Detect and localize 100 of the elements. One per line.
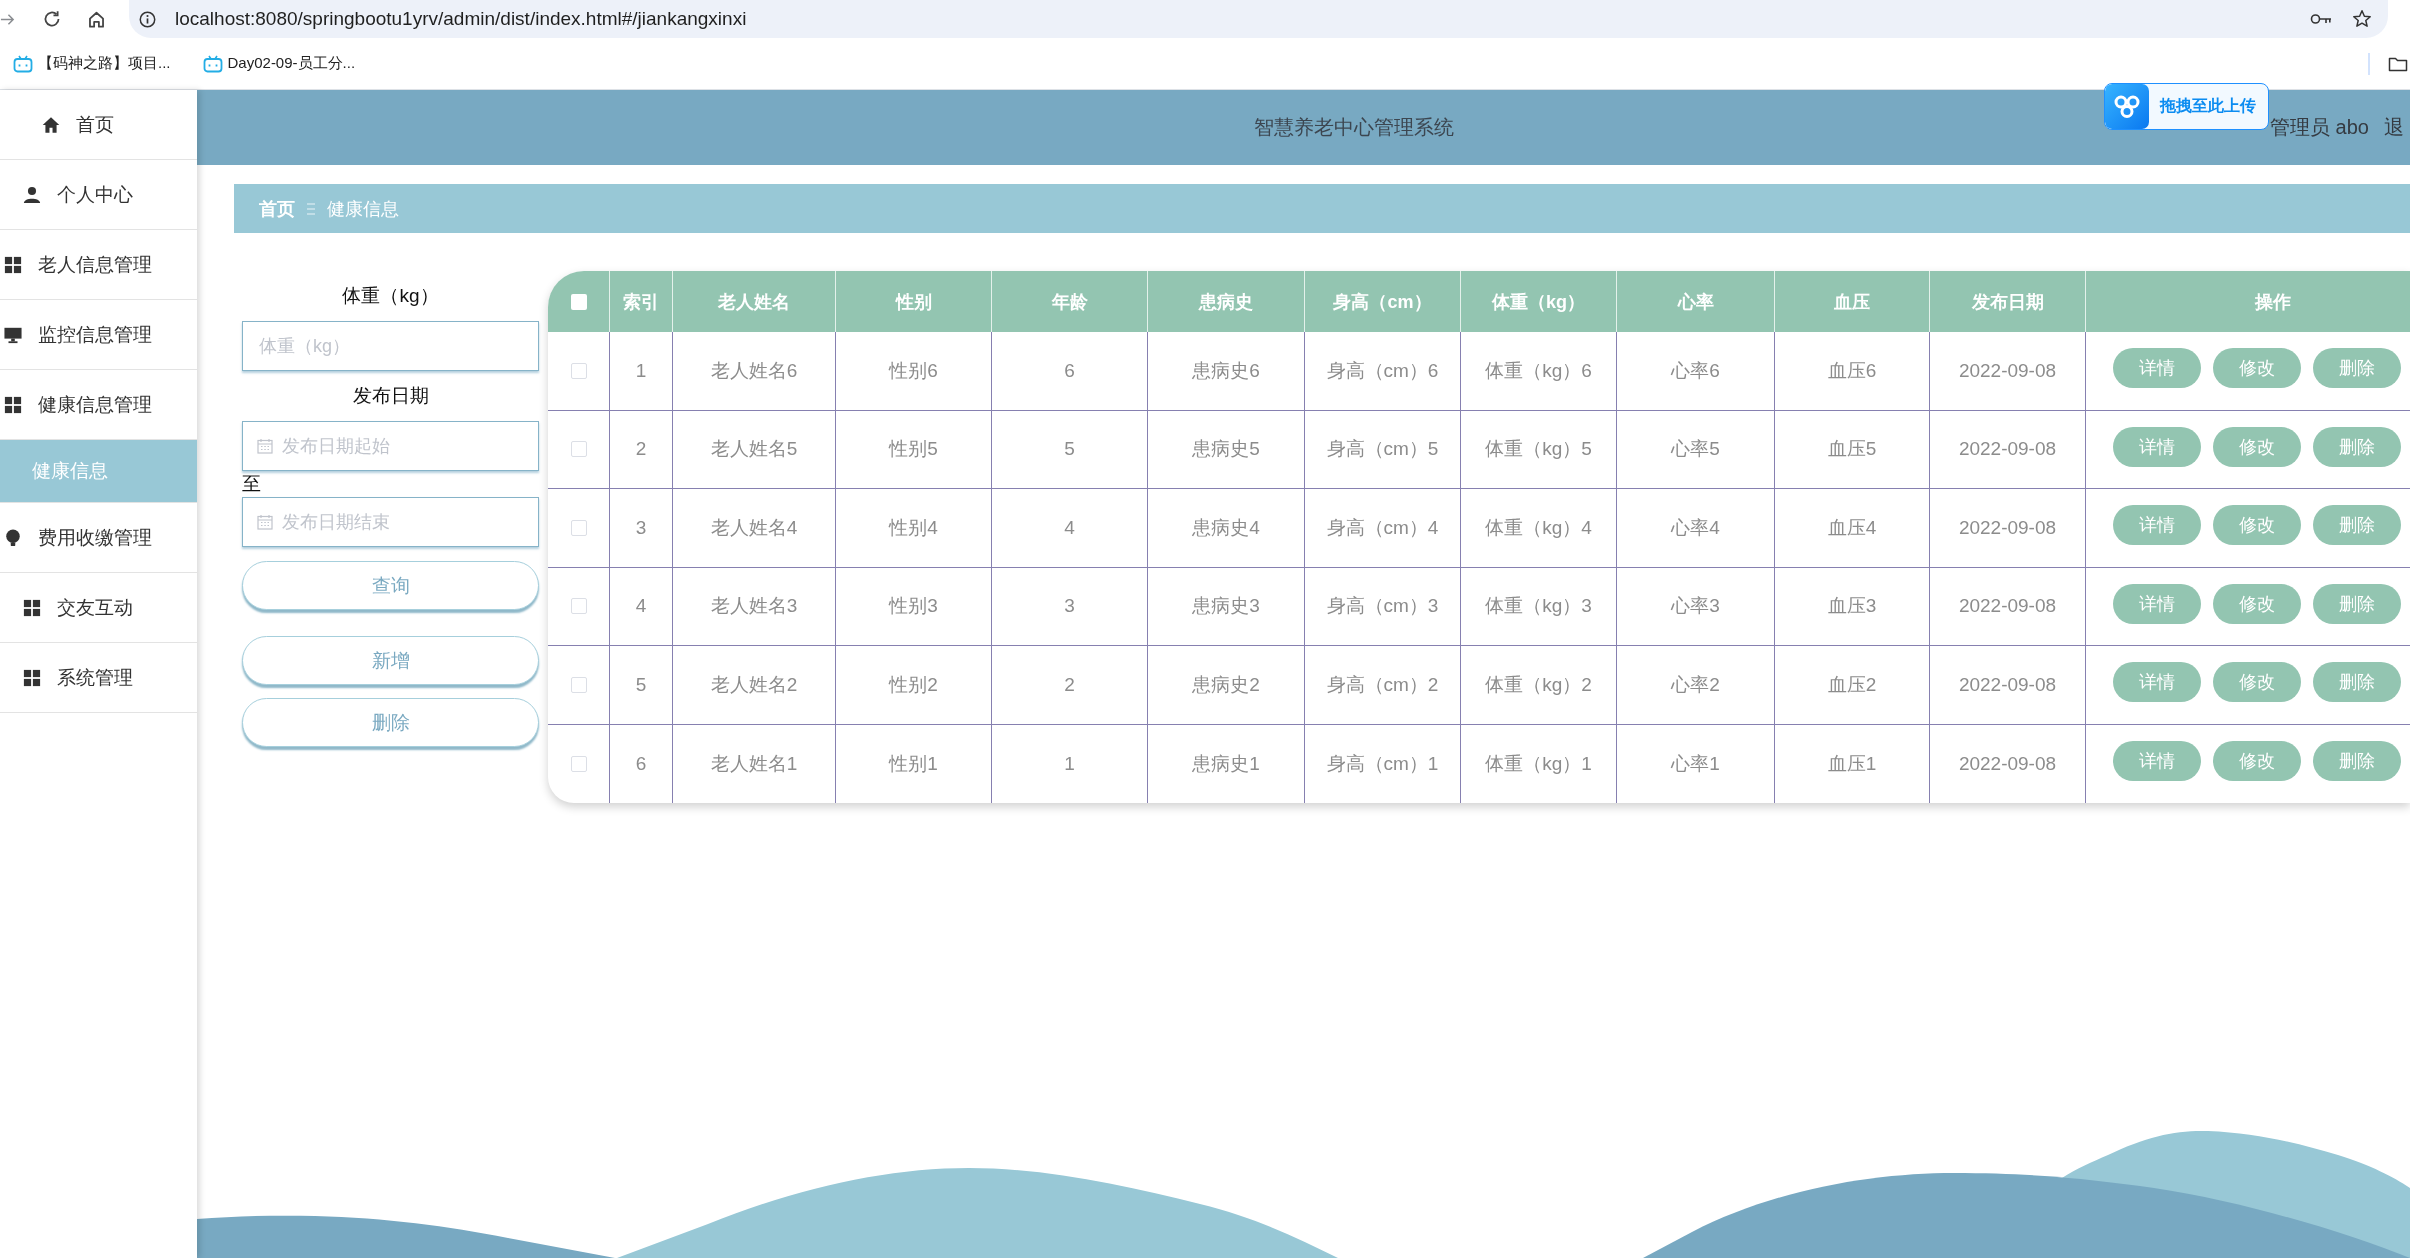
table-cell: 老人姓名1 — [673, 724, 836, 803]
column-header: 发布日期 — [1930, 271, 2086, 332]
table-cell: 6 — [992, 332, 1148, 411]
row-action-button[interactable]: 详情 — [2113, 426, 2201, 467]
table-cell: 患病史4 — [1148, 489, 1305, 568]
table-cell: 1 — [992, 724, 1148, 803]
row-action-button[interactable]: 删除 — [2313, 505, 2401, 546]
form-button[interactable]: 查询 — [242, 561, 539, 610]
sidebar-item[interactable]: 监控信息管理 — [0, 300, 197, 370]
star-icon[interactable] — [2352, 9, 2372, 29]
row-checkbox[interactable] — [570, 676, 587, 693]
row-action-button[interactable]: 修改 — [2213, 662, 2301, 703]
row-checkbox[interactable] — [570, 598, 587, 615]
row-checkbox[interactable] — [570, 362, 587, 379]
rings-icon — [2105, 84, 2149, 129]
upload-dropzone[interactable]: 拖拽至此上传 — [2104, 83, 2269, 130]
address-bar[interactable]: localhost:8080/springbootu1yrv/admin/dist/index.html#/jiankangxinxi — [129, 0, 2388, 38]
sidebar-item[interactable]: 系统管理 — [0, 643, 197, 713]
row-action-button[interactable]: 详情 — [2113, 662, 2201, 703]
table-cell: 性别1 — [836, 724, 992, 803]
form-button[interactable]: 新增 — [242, 636, 539, 685]
table-cell: 性别4 — [836, 489, 992, 568]
table-cell: 血压2 — [1775, 646, 1930, 725]
table-cell: 5 — [610, 646, 673, 725]
date-end-input[interactable]: 发布日期结束 — [242, 497, 539, 547]
row-action-button[interactable]: 删除 — [2313, 741, 2401, 782]
table-cell: 老人姓名5 — [673, 410, 836, 489]
sidebar-item[interactable]: 费用收缴管理 — [0, 503, 197, 573]
bookmark-item[interactable]: Day02-09-员工分... — [202, 54, 356, 73]
table-cell: 心率4 — [1617, 489, 1775, 568]
breadcrumb-current: 健康信息 — [327, 197, 399, 221]
row-action-button[interactable]: 修改 — [2213, 348, 2301, 389]
row-action-button[interactable]: 删除 — [2313, 662, 2401, 703]
reload-icon[interactable] — [43, 10, 61, 28]
row-checkbox[interactable] — [570, 755, 587, 772]
row-action-button[interactable]: 删除 — [2313, 426, 2401, 467]
row-action-button[interactable]: 删除 — [2313, 583, 2401, 624]
range-separator: 至 — [242, 472, 261, 496]
table-cell: 血压5 — [1775, 410, 1930, 489]
table-cell: 血压1 — [1775, 724, 1930, 803]
grid-icon — [3, 255, 22, 274]
row-action-button[interactable]: 详情 — [2113, 505, 2201, 546]
table-cell: 血压3 — [1775, 567, 1930, 646]
sidebar-item[interactable]: 老人信息管理 — [0, 230, 197, 300]
table-cell: 2 — [992, 646, 1148, 725]
row-action-button[interactable]: 修改 — [2213, 426, 2301, 467]
table-cell: 老人姓名4 — [673, 489, 836, 568]
column-header: 体重（kg） — [1461, 271, 1617, 332]
weight-input[interactable]: 体重（kg） — [242, 321, 539, 371]
table-cell: 心率6 — [1617, 332, 1775, 411]
info-icon[interactable] — [139, 10, 156, 28]
form-button[interactable]: 删除 — [242, 698, 539, 747]
table-cell: 身高（cm）3 — [1305, 567, 1461, 646]
row-checkbox[interactable] — [570, 441, 587, 458]
logout-link[interactable]: 退 — [2384, 114, 2404, 141]
table-cell: 5 — [992, 410, 1148, 489]
row-action-button[interactable]: 详情 — [2113, 348, 2201, 389]
table-cell: 心率2 — [1617, 646, 1775, 725]
column-header: 血压 — [1775, 271, 1930, 332]
table-cell: 患病史3 — [1148, 567, 1305, 646]
table-cell: 身高（cm）6 — [1305, 332, 1461, 411]
select-all-checkbox[interactable] — [570, 293, 587, 310]
table-cell: 体重（kg）5 — [1461, 410, 1617, 489]
row-checkbox[interactable] — [570, 519, 587, 536]
sidebar-item[interactable]: 交友互动 — [0, 573, 197, 643]
tv-icon — [13, 54, 33, 73]
sidebar-subitem[interactable]: 健康信息 — [0, 440, 197, 503]
table-cell: 身高（cm）5 — [1305, 410, 1461, 489]
tv-icon — [202, 54, 223, 73]
url-text: localhost:8080/springbootu1yrv/admin/dist/index.html#/jiankangxinxi — [175, 8, 747, 30]
key-icon[interactable] — [2310, 12, 2332, 26]
row-action-button[interactable]: 详情 — [2113, 583, 2201, 624]
column-header: 索引 — [610, 271, 673, 332]
table-cell: 心率5 — [1617, 410, 1775, 489]
date-start-input[interactable]: 发布日期起始 — [242, 421, 539, 471]
row-action-button[interactable]: 详情 — [2113, 741, 2201, 782]
table-cell: 体重（kg）1 — [1461, 724, 1617, 803]
table-cell: 2022-09-08 — [1930, 567, 2086, 646]
breadcrumb-link[interactable]: 首页 — [259, 196, 295, 221]
table-cell: 4 — [610, 567, 673, 646]
person-icon — [22, 185, 41, 204]
table-cell: 2022-09-08 — [1930, 724, 2086, 803]
table-cell: 身高（cm）2 — [1305, 646, 1461, 725]
folder-icon[interactable] — [2388, 55, 2408, 72]
app-title: 智慧养老中心管理系统 — [1254, 115, 1454, 140]
home-icon[interactable] — [87, 9, 106, 29]
table-cell: 3 — [610, 489, 673, 568]
row-action-button[interactable]: 修改 — [2213, 583, 2301, 624]
row-action-button[interactable]: 修改 — [2213, 741, 2301, 782]
table-cell: 患病史1 — [1148, 724, 1305, 803]
bookmark-item[interactable]: 【码神之路】项目... — [13, 54, 171, 73]
row-action-button[interactable]: 修改 — [2213, 505, 2301, 546]
row-action-button[interactable]: 删除 — [2313, 348, 2401, 389]
column-header: 心率 — [1617, 271, 1775, 332]
table-cell: 3 — [992, 567, 1148, 646]
table-cell: 性别3 — [836, 567, 992, 646]
column-header: 老人姓名 — [673, 271, 836, 332]
table-cell: 心率3 — [1617, 567, 1775, 646]
sidebar-item[interactable]: 个人中心 — [0, 160, 197, 230]
grid-icon — [22, 598, 41, 617]
